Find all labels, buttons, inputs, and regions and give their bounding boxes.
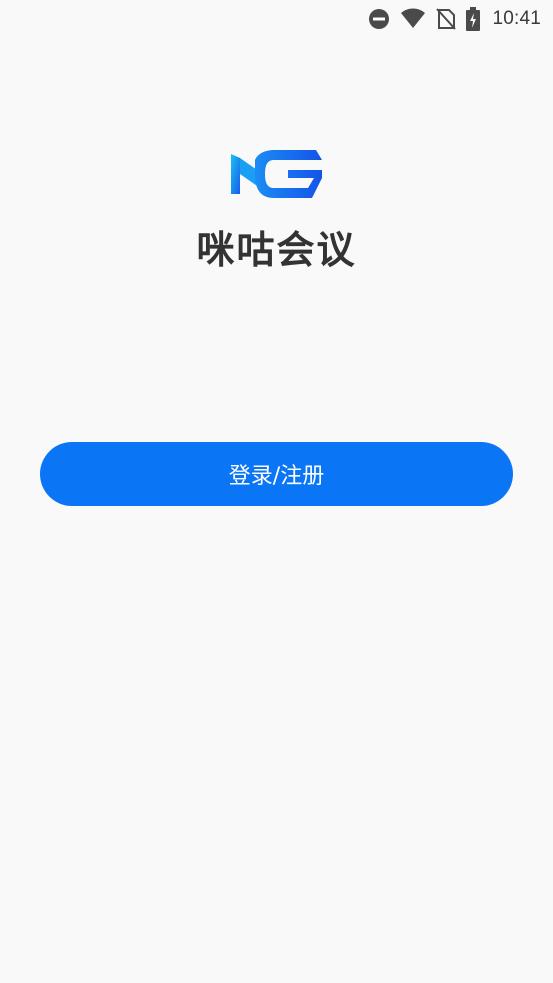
no-sim-icon bbox=[436, 8, 457, 30]
do-not-disturb-icon bbox=[368, 8, 390, 30]
status-bar: 10:41 bbox=[0, 0, 553, 38]
app-title: 咪咕会议 bbox=[196, 228, 357, 272]
mg-logo-icon bbox=[228, 148, 324, 200]
status-time: 10:41 bbox=[492, 8, 541, 29]
status-icons: 10:41 bbox=[368, 6, 541, 32]
login-register-button[interactable]: 登录/注册 bbox=[40, 442, 513, 506]
battery-charging-icon bbox=[466, 7, 481, 31]
wifi-icon bbox=[400, 8, 426, 30]
